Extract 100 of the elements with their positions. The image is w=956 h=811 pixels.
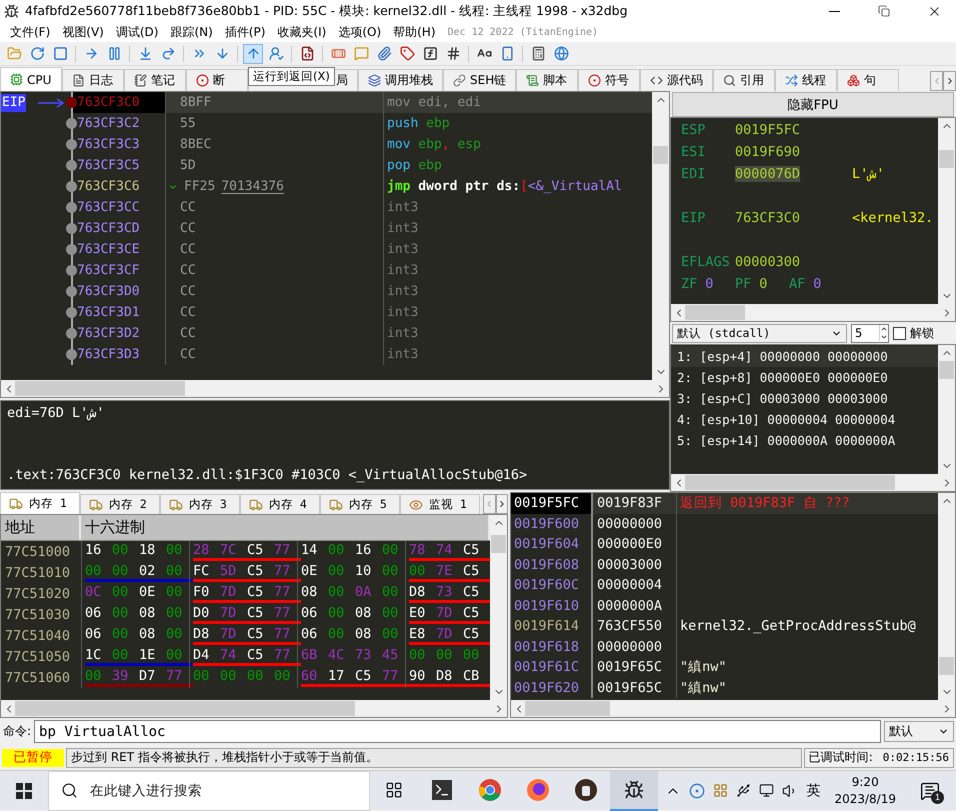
- register-value[interactable]: 00000300: [735, 254, 800, 270]
- memory-tab[interactable]: 内存 3: [160, 494, 240, 514]
- horizontal-scrollbar[interactable]: [511, 700, 955, 717]
- menu-item[interactable]: 帮助(H): [387, 24, 442, 40]
- horizontal-scrollbar[interactable]: [671, 304, 955, 321]
- argument-row[interactable]: 5: [esp+14] 0000000A 0000000A: [671, 430, 938, 451]
- debugger-button[interactable]: [610, 770, 658, 810]
- menu-item[interactable]: 文件(F): [4, 24, 56, 40]
- register-value[interactable]: 0019F5FC: [735, 122, 800, 138]
- tab-scroll-right-button[interactable]: [496, 494, 508, 514]
- stack-address[interactable]: 0019F61C: [511, 657, 593, 678]
- stack-address[interactable]: 0019F604: [511, 534, 593, 554]
- breakpoint-dot[interactable]: [66, 202, 77, 213]
- register-value[interactable]: 0000076D: [735, 166, 800, 182]
- tab[interactable]: 符号: [578, 69, 640, 91]
- breakpoint-dot[interactable]: [66, 97, 77, 108]
- tab[interactable]: 断: [186, 69, 248, 91]
- stack-address[interactable]: 0019F608: [511, 554, 593, 575]
- breakpoint-dot[interactable]: [66, 223, 77, 234]
- breakpoint-dot[interactable]: [66, 139, 77, 150]
- scroll-thumb[interactable]: [939, 150, 954, 168]
- input-method-indicator[interactable]: 英: [806, 782, 820, 800]
- register-value[interactable]: 0019F690: [735, 144, 800, 160]
- search-input[interactable]: 在此键入进行搜索: [88, 782, 308, 800]
- memory-tab[interactable]: 内存 4: [240, 494, 320, 514]
- tab[interactable]: CPU: [0, 67, 62, 91]
- flag-value[interactable]: 0: [813, 276, 822, 292]
- menu-item[interactable]: 插件(P): [218, 24, 272, 40]
- memory-tab[interactable]: 内存 5: [320, 494, 400, 514]
- spin-up-icon[interactable]: [880, 325, 888, 333]
- tab[interactable]: 源代码: [640, 69, 714, 91]
- breakpoint-dot[interactable]: [66, 328, 77, 339]
- vertical-scrollbar[interactable]: [938, 345, 955, 474]
- column-header[interactable]: 地址: [1, 515, 81, 540]
- vertical-scrollbar[interactable]: [490, 515, 507, 700]
- breakpoint-dot[interactable]: [66, 181, 77, 192]
- grid-tray-icon[interactable]: [713, 783, 728, 798]
- argument-row[interactable]: 4: [esp+10] 00000004 00000004: [671, 409, 938, 430]
- command-mode-dropdown[interactable]: 默认: [884, 721, 954, 742]
- breakpoint-dot[interactable]: [66, 265, 77, 276]
- menu-item[interactable]: 选项(O): [332, 24, 388, 40]
- stack-address[interactable]: 0019F5FC: [511, 493, 593, 514]
- usb-icon[interactable]: [736, 783, 752, 798]
- stack-address[interactable]: 0019F620: [511, 678, 593, 698]
- breakpoint-dot[interactable]: [66, 349, 77, 360]
- menu-item[interactable]: 调试(D): [110, 24, 164, 40]
- breakpoint-dot[interactable]: [66, 118, 77, 129]
- tab[interactable]: SEH链: [443, 69, 516, 91]
- spin-down-icon[interactable]: [880, 333, 888, 341]
- memory-tab[interactable]: 内存 2: [80, 494, 160, 514]
- tab[interactable]: 调用堆栈: [358, 69, 443, 91]
- argument-row[interactable]: 3: [esp+C] 00003000 00003000: [671, 388, 938, 409]
- breakpoint-dot[interactable]: [66, 160, 77, 171]
- calling-convention-dropdown[interactable]: 默认 (stdcall): [672, 324, 847, 342]
- tab[interactable]: 日志: [62, 69, 124, 91]
- breakpoint-dot[interactable]: [66, 307, 77, 318]
- tab[interactable]: 线程: [775, 69, 838, 91]
- stack-address[interactable]: 0019F60C: [511, 575, 593, 596]
- scroll-thumb[interactable]: [653, 146, 668, 164]
- unlock-checkbox[interactable]: [893, 326, 906, 340]
- horizontal-scrollbar[interactable]: [671, 474, 955, 491]
- vertical-scrollbar[interactable]: [652, 92, 669, 380]
- stack-address[interactable]: 0019F618: [511, 636, 593, 657]
- tab[interactable]: 脚本: [516, 69, 578, 91]
- taskbar-search-field[interactable]: 在此键入进行搜索: [48, 770, 370, 810]
- vertical-scrollbar[interactable]: [938, 118, 955, 304]
- scroll-thumb[interactable]: [15, 381, 185, 396]
- vertical-scrollbar[interactable]: [938, 493, 955, 700]
- flag-value[interactable]: 0: [759, 276, 768, 292]
- hide-fpu-button[interactable]: 隐藏FPU: [672, 92, 954, 117]
- stack-address[interactable]: 0019F614: [511, 616, 593, 636]
- argument-row[interactable]: 2: [esp+8] 000000E0 000000E0: [671, 367, 938, 388]
- horizontal-scrollbar[interactable]: [1, 700, 507, 717]
- menu-item[interactable]: 收藏夹(I): [271, 24, 332, 40]
- scroll-thumb[interactable]: [939, 657, 954, 675]
- argument-row[interactable]: 1: [esp+4] 00000000 00000000: [671, 346, 938, 367]
- memory-tab[interactable]: 监视 1: [400, 494, 480, 514]
- breakpoint-dot[interactable]: [66, 244, 77, 255]
- notification-button[interactable]: 1: [910, 770, 950, 810]
- scroll-thumb[interactable]: [15, 701, 355, 716]
- memory-tab[interactable]: 内存 1: [0, 492, 80, 514]
- app-tray-icon[interactable]: [689, 782, 706, 798]
- scroll-thumb[interactable]: [685, 305, 745, 320]
- scroll-thumb[interactable]: [939, 361, 954, 379]
- breakpoint-dot[interactable]: [66, 286, 77, 297]
- menu-item[interactable]: 跟踪(N): [164, 24, 219, 40]
- stack-address[interactable]: 0019F610: [511, 596, 593, 616]
- scroll-thumb[interactable]: [525, 701, 610, 716]
- tab[interactable]: 句: [837, 69, 900, 91]
- taskbar-clock[interactable]: 9:20 2023/8/19: [828, 774, 902, 808]
- menu-item[interactable]: 视图(V): [56, 24, 110, 40]
- stack-address[interactable]: 0019F600: [511, 514, 593, 534]
- flag-value[interactable]: 0: [705, 276, 714, 292]
- tab[interactable]: 笔记: [124, 69, 186, 91]
- argument-count-spinner[interactable]: 5: [851, 324, 889, 342]
- scroll-thumb[interactable]: [685, 475, 895, 490]
- register-value[interactable]: 763CF3C0: [735, 210, 800, 226]
- tab-scroll-right-button[interactable]: [943, 71, 956, 91]
- command-input[interactable]: bp VirtualAlloc: [34, 720, 881, 743]
- tab[interactable]: 引用: [713, 69, 776, 91]
